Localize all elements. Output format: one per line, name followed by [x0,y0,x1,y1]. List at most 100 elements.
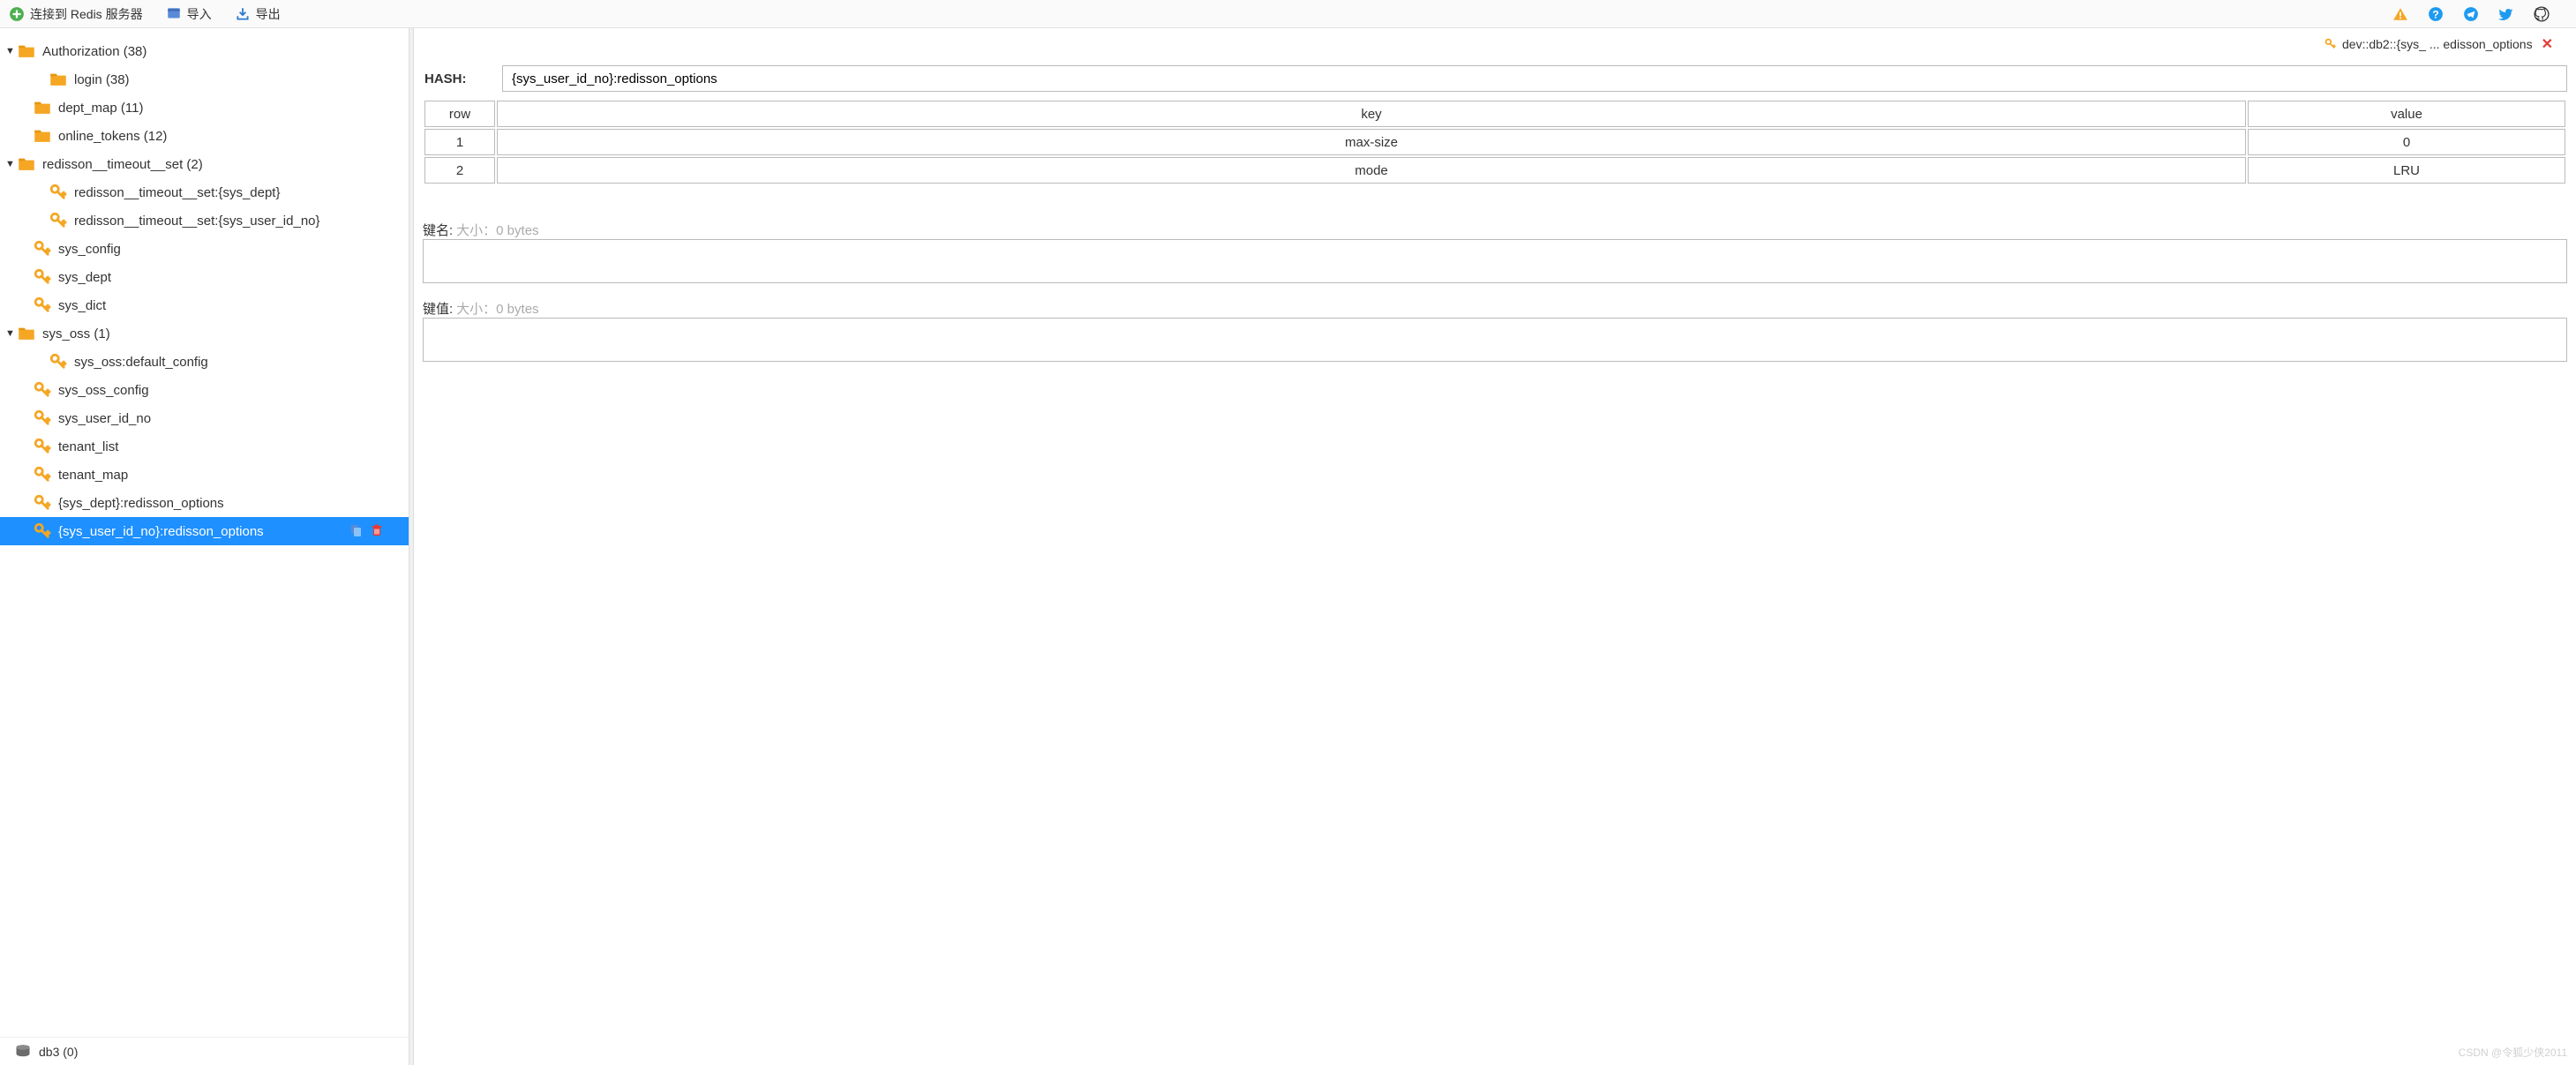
folder-icon [18,325,35,342]
export-icon [235,6,251,22]
github-icon[interactable] [2534,6,2550,22]
import-label: 导入 [187,5,212,23]
tree-item-label: sys_oss:default_config [74,355,208,370]
tree-item-label: tenant_map [58,468,128,483]
keyname-textarea[interactable] [423,239,2567,283]
chevron-icon[interactable]: ▼ [5,328,16,339]
db-selector[interactable]: db3 (0) [0,1037,409,1065]
key-icon [34,381,51,399]
tree-key[interactable]: redisson__timeout__set:{sys_user_id_no} [0,206,409,235]
tree-item-label: sys_dict [58,298,106,313]
col-key[interactable]: key [497,101,2246,127]
export-button[interactable]: 导出 [235,5,281,23]
key-icon [34,438,51,455]
database-icon [14,1043,32,1061]
tabs: dev::db2::{sys_ ... edisson_options ✕ [423,28,2567,60]
key-icon [34,494,51,512]
tree-key[interactable]: sys_dept [0,263,409,291]
svg-text:?: ? [2432,8,2439,20]
tree-key[interactable]: sys_dict [0,291,409,319]
table-row[interactable]: 1max-size0 [424,129,2565,155]
connect-button[interactable]: 连接到 Redis 服务器 [9,5,143,23]
tab-label: dev::db2::{sys_ ... edisson_options [2342,37,2533,51]
tree-item-label: redisson__timeout__set:{sys_dept} [74,185,281,200]
tree-folder[interactable]: ▼ sys_oss (1) [0,319,409,348]
key-icon [34,466,51,484]
tab-key[interactable]: dev::db2::{sys_ ... edisson_options ✕ [2319,32,2558,56]
tree-folder[interactable]: login (38) [0,65,409,94]
tree-key[interactable]: sys_config [0,235,409,263]
warning-icon[interactable] [2392,6,2408,22]
import-icon [166,6,182,22]
tree-folder[interactable]: ▼ Authorization (38) [0,37,409,65]
key-icon [49,184,67,201]
key-icon [34,240,51,258]
export-label: 导出 [256,5,281,23]
import-button[interactable]: 导入 [166,5,212,23]
tree-item-label: redisson__timeout__set (2) [42,157,203,172]
cell-row: 1 [424,129,495,155]
toolbar: 连接到 Redis 服务器 导入 导出 ? [0,0,2576,28]
tree-item-label: login (38) [74,72,130,87]
cell-key: max-size [497,129,2246,155]
table-row[interactable]: 2modeLRU [424,157,2565,184]
db-label: db3 (0) [39,1045,78,1059]
key-icon [49,212,67,229]
connect-label: 连接到 Redis 服务器 [30,5,143,23]
plus-icon [9,6,25,22]
tree-item-label: sys_user_id_no [58,411,151,426]
tree-key[interactable]: sys_user_id_no [0,404,409,432]
col-row[interactable]: row [424,101,495,127]
key-icon [49,353,67,371]
copy-icon[interactable] [349,523,363,540]
tree-key[interactable]: sys_oss:default_config [0,348,409,376]
tree-item-label: {sys_dept}:redisson_options [58,496,224,511]
close-icon[interactable]: ✕ [2542,35,2553,53]
hash-label: HASH: [423,71,484,86]
tree-item-label: Authorization (38) [42,44,146,59]
tree-key[interactable]: sys_oss_config [0,376,409,404]
folder-icon [18,42,35,60]
tree-folder[interactable]: online_tokens (12) [0,122,409,150]
chevron-icon[interactable]: ▼ [5,46,16,56]
telegram-icon[interactable] [2463,6,2479,22]
tree-item-label: dept_map (11) [58,101,143,116]
key-icon [34,296,51,314]
tree-key[interactable]: {sys_user_id_no}:redisson_options [0,517,409,545]
delete-icon[interactable] [370,523,384,540]
key-name-input[interactable] [502,65,2567,92]
tree-item-label: sys_config [58,242,121,257]
twitter-icon[interactable] [2498,6,2514,22]
tree-folder[interactable]: ▼ redisson__timeout__set (2) [0,150,409,178]
tree-key[interactable]: redisson__timeout__set:{sys_dept} [0,178,409,206]
folder-icon [34,99,51,116]
key-icon [34,522,51,540]
tree-key[interactable]: tenant_map [0,461,409,489]
cell-key: mode [497,157,2246,184]
cell-row: 2 [424,157,495,184]
folder-icon [18,155,35,173]
tree-item-label: sys_oss_config [58,383,149,398]
content-pane: dev::db2::{sys_ ... edisson_options ✕ HA… [414,28,2576,1065]
hash-table: row key value 1max-size02modeLRU [423,99,2567,185]
cell-value: LRU [2248,157,2565,184]
tree-item-label: sys_oss (1) [42,326,110,341]
tree-item-label: online_tokens (12) [58,129,167,144]
keyname-label: 键名: 大小：0 bytes [423,221,2567,239]
tree-item-label: redisson__timeout__set:{sys_user_id_no} [74,214,320,229]
key-icon [2324,38,2337,50]
col-value[interactable]: value [2248,101,2565,127]
tree-key[interactable]: {sys_dept}:redisson_options [0,489,409,517]
tree-item-label: {sys_user_id_no}:redisson_options [58,524,264,539]
key-tree: ▼ Authorization (38) login (38) dept_map (1… [0,28,409,1037]
folder-icon [49,71,67,88]
keyvalue-label: 键值: 大小：0 bytes [423,299,2567,318]
tree-folder[interactable]: dept_map (11) [0,94,409,122]
tree-item-label: tenant_list [58,439,118,454]
chevron-icon[interactable]: ▼ [5,159,16,169]
tree-key[interactable]: tenant_list [0,432,409,461]
sidebar: ▼ Authorization (38) login (38) dept_map (1… [0,28,409,1065]
keyvalue-textarea[interactable] [423,318,2567,362]
help-icon[interactable]: ? [2428,6,2444,22]
folder-icon [34,127,51,145]
